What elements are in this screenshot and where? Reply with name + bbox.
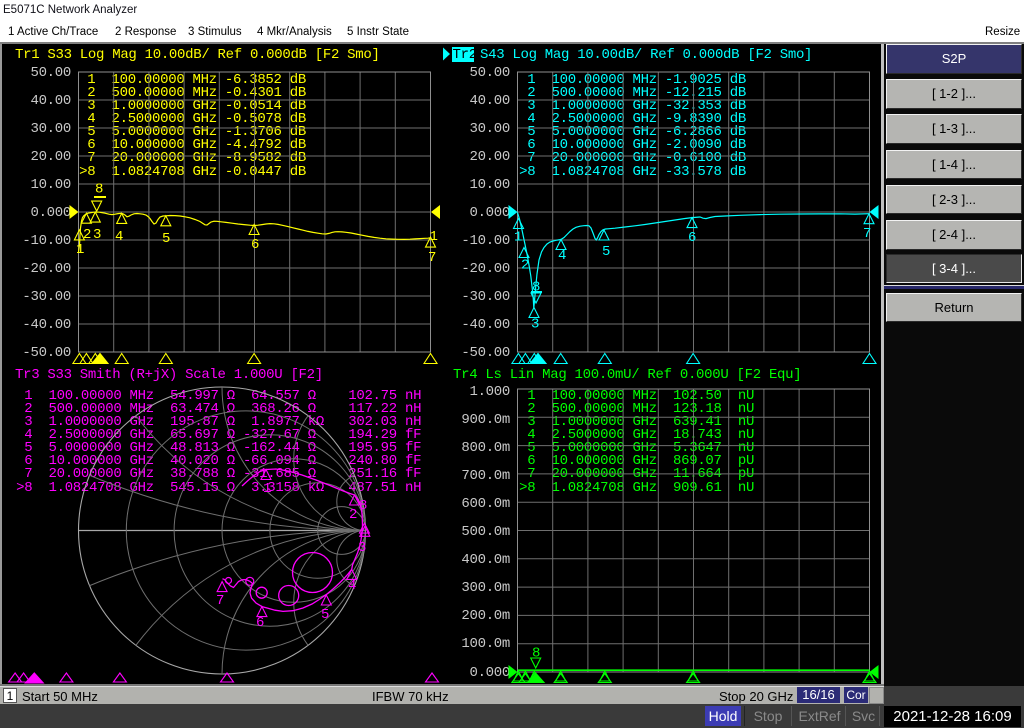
svg-text:2: 2: [521, 257, 529, 273]
svg-text:2: 2: [83, 227, 91, 243]
svg-text:3: 3: [531, 316, 539, 332]
svg-text:1: 1: [514, 229, 522, 245]
svg-text:3: 3: [358, 540, 366, 556]
svg-text:1: 1: [263, 481, 271, 497]
svg-text:8: 8: [359, 498, 367, 514]
svg-text:6: 6: [688, 230, 696, 246]
svg-text:5: 5: [321, 607, 329, 623]
svg-text:1: 1: [430, 229, 438, 245]
svg-text:3: 3: [93, 227, 101, 243]
svg-text:4: 4: [115, 229, 123, 245]
svg-text:6: 6: [256, 615, 264, 631]
svg-text:5: 5: [602, 244, 610, 260]
svg-text:7: 7: [216, 593, 224, 609]
svg-text:7: 7: [863, 226, 871, 242]
svg-text:7: 7: [428, 250, 436, 266]
svg-text:5: 5: [162, 231, 170, 247]
svg-text:1: 1: [76, 242, 84, 258]
svg-text:4: 4: [558, 248, 566, 264]
svg-text:8: 8: [95, 181, 103, 197]
svg-text:6: 6: [251, 237, 259, 253]
svg-text:2: 2: [349, 507, 357, 523]
svg-text:8: 8: [532, 645, 540, 661]
svg-text:4: 4: [348, 578, 356, 594]
